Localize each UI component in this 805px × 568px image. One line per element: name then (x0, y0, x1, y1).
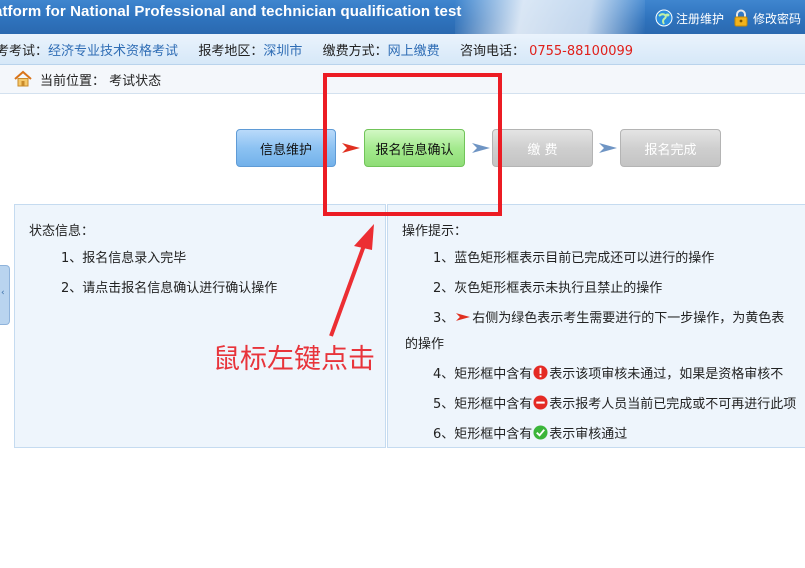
tip-line-2: 2、灰色矩形框表示未执行且禁止的操作 (433, 281, 663, 296)
header-banner: atform for National Professional and tec… (0, 0, 805, 34)
region-label: 报考地区： (198, 44, 264, 59)
tip-line-5: 5、矩形框中含有 表示报考人员当前已完成或不可再进行此项 (433, 393, 796, 412)
step-complete-button[interactable]: 报名完成 (620, 129, 721, 167)
phone-value: 0755-88100099 (529, 44, 634, 59)
red-arrow-icon (456, 312, 471, 321)
breadcrumb-text: 当前位置： 考试状态 (40, 70, 161, 89)
tip-line-4-prefix: 4、矩形框中含有 (433, 367, 533, 382)
tip-line-6-suffix: 表示审核通过 (549, 427, 628, 442)
exam-info-bar: 考考试：经济专业技术资格考试 报考地区：深圳市 缴费方式：网上缴费 咨询电话： … (0, 34, 805, 65)
pay-value: 网上缴费 (387, 44, 440, 59)
globe-icon (655, 9, 673, 27)
tip-line-1: 1、蓝色矩形框表示目前已完成还可以进行的操作 (433, 251, 715, 266)
region-value: 深圳市 (263, 44, 303, 59)
minus-badge-icon (533, 395, 548, 410)
tip-line-4: 4、矩形框中含有 表示该项审核未通过，如果是资格审核不 (433, 363, 783, 382)
tip-line-5-prefix: 5、矩形框中含有 (433, 397, 533, 412)
banner-decoration (455, 0, 645, 34)
tip-line-3-text: 右侧为绿色表示考生需要进行的下一步操作，为黄色表 (472, 311, 785, 326)
breadcrumb-current: 考试状态 (109, 74, 162, 89)
breadcrumb-label: 当前位置： (40, 74, 106, 89)
annotation-text: 鼠标左键点击 (213, 344, 375, 375)
tips-title: 操作提示： (402, 224, 468, 239)
tip-line-3-prefix: 3、 (433, 311, 455, 326)
tip-line-4-suffix: 表示该项审核未通过，如果是资格审核不 (549, 367, 784, 382)
pay-label: 缴费方式： (322, 44, 388, 59)
home-icon[interactable] (14, 70, 32, 88)
change-password-link[interactable]: 修改密码 (732, 8, 801, 28)
phone-label: 咨询电话： (459, 44, 525, 59)
sidebar-collapse-handle[interactable]: ‹ (0, 265, 10, 325)
highlight-box (323, 73, 502, 216)
exam-value: 经济专业技术资格考试 (48, 44, 179, 59)
tip-line-5-suffix: 表示报考人员当前已完成或不可再进行此项 (549, 397, 797, 412)
check-badge-icon (533, 425, 548, 440)
annotation-arrow-icon (329, 224, 374, 337)
tip-line-6-prefix: 6、矩形框中含有 (433, 427, 533, 442)
exam-info-row: 考考试：经济专业技术资格考试 报考地区：深圳市 缴费方式：网上缴费 咨询电话： … (0, 40, 633, 59)
collapse-arrow-icon: ‹ (1, 288, 5, 298)
operation-tips-panel: 操作提示： 1、蓝色矩形框表示目前已完成还可以进行的操作 2、灰色矩形框表示未执… (387, 204, 805, 448)
tip-line-3-continued: 的操作 (405, 337, 445, 352)
lock-icon (734, 9, 748, 27)
status-line-1: 1、报名信息录入完毕 (61, 251, 187, 266)
register-maintain-label: 注册维护 (676, 11, 725, 26)
error-badge-icon (533, 365, 548, 380)
tip-line-6: 6、矩形框中含有 表示审核通过 (433, 423, 627, 442)
step-payment-button[interactable]: 缴 费 (492, 129, 593, 167)
status-line-2: 2、请点击报名信息确认进行确认操作 (61, 281, 278, 296)
tip-line-3: 3、 右侧为绿色表示考生需要进行的下一步操作，为黄色表 (433, 307, 784, 326)
step-arrow-icon (599, 143, 617, 153)
site-title: atform for National Professional and tec… (0, 3, 462, 20)
status-info-title: 状态信息： (29, 224, 95, 239)
change-password-label: 修改密码 (753, 11, 802, 26)
exam-label: 考考试： (0, 44, 49, 59)
step-info-maintain-button[interactable]: 信息维护 (236, 129, 336, 167)
register-maintain-link[interactable]: 注册维护 (655, 8, 724, 28)
